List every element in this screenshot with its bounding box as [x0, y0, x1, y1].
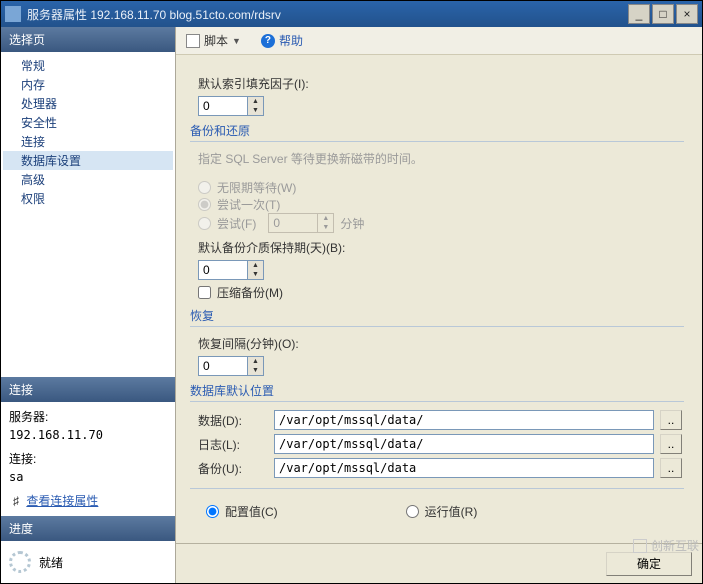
radio-wait-indefinitely: 无限期等待(W): [198, 179, 684, 196]
left-pane: 选择页 常规 内存 处理器 安全性 连接 数据库设置 高级 权限 连接 服务器:…: [1, 27, 176, 583]
data-path-label: 数据(D):: [198, 412, 268, 429]
spin-up[interactable]: ▲: [248, 97, 263, 106]
properties-icon: ♯: [9, 492, 23, 510]
window-title: 服务器属性 192.168.11.70 blog.51cto.com/rdsrv: [27, 6, 626, 23]
recovery-interval-label: 恢复间隔(分钟)(O):: [198, 335, 299, 352]
connection-header: 连接: [1, 377, 175, 402]
spin-up[interactable]: ▲: [248, 261, 263, 270]
progress-header: 进度: [1, 516, 175, 541]
server-value: 192.168.11.70: [9, 426, 167, 444]
log-path-label: 日志(L):: [198, 436, 268, 453]
recovery-interval-spinner[interactable]: ▲▼: [198, 356, 264, 376]
right-pane: 脚本 ▼ ? 帮助 默认索引填充因子(I): ▲▼ 备份和还原: [176, 27, 702, 583]
page-security[interactable]: 安全性: [3, 113, 173, 132]
page-list: 常规 内存 处理器 安全性 连接 数据库设置 高级 权限: [1, 52, 175, 377]
maximize-button[interactable]: □: [652, 4, 674, 24]
window-body: 选择页 常规 内存 处理器 安全性 连接 数据库设置 高级 权限 连接 服务器:…: [1, 27, 702, 583]
toolbar: 脚本 ▼ ? 帮助: [176, 27, 702, 55]
script-icon: [186, 34, 200, 48]
media-retention-spinner[interactable]: ▲▼: [198, 260, 264, 280]
compress-backup-check[interactable]: 压缩备份(M): [198, 284, 684, 301]
page-general[interactable]: 常规: [3, 56, 173, 75]
recovery-title: 恢复: [190, 307, 684, 324]
data-path-browse[interactable]: ..: [660, 410, 682, 430]
recovery-interval-input[interactable]: [198, 356, 248, 376]
radio-try-once: 尝试一次(T): [198, 196, 684, 213]
page-advanced[interactable]: 高级: [3, 170, 173, 189]
media-retention-input[interactable]: [198, 260, 248, 280]
page-processors[interactable]: 处理器: [3, 94, 173, 113]
backup-path-input[interactable]: [274, 458, 654, 478]
select-page-header: 选择页: [1, 27, 175, 52]
data-path-input[interactable]: [274, 410, 654, 430]
chevron-down-icon: ▼: [232, 36, 241, 46]
server-properties-window: 服务器属性 192.168.11.70 blog.51cto.com/rdsrv…: [0, 0, 703, 584]
progress-status: 就绪: [39, 554, 63, 571]
help-button[interactable]: ? 帮助: [257, 30, 307, 51]
page-memory[interactable]: 内存: [3, 75, 173, 94]
spin-up[interactable]: ▲: [248, 357, 263, 366]
fill-factor-input[interactable]: [198, 96, 248, 116]
try-minutes-input: [268, 213, 318, 233]
log-path-browse[interactable]: ..: [660, 434, 682, 454]
page-connections[interactable]: 连接: [3, 132, 173, 151]
radio-try: 尝试(F) ▲▼ 分钟: [198, 213, 684, 233]
backup-path-browse[interactable]: ..: [660, 458, 682, 478]
backup-path-label: 备份(U):: [198, 460, 268, 477]
close-button[interactable]: ×: [676, 4, 698, 24]
view-connection-properties[interactable]: ♯ 查看连接属性: [9, 492, 167, 510]
app-icon: [5, 6, 21, 22]
content-area: 默认索引填充因子(I): ▲▼ 备份和还原 指定 SQL Server 等待更换…: [176, 55, 702, 543]
page-permissions[interactable]: 权限: [3, 189, 173, 208]
script-button[interactable]: 脚本 ▼: [182, 30, 245, 51]
titlebar: 服务器属性 192.168.11.70 blog.51cto.com/rdsrv…: [1, 1, 702, 27]
progress-panel: 就绪: [1, 541, 175, 583]
connection-value: sa: [9, 468, 167, 486]
fill-factor-spinner[interactable]: ▲▼: [198, 96, 264, 116]
spinner-icon: [9, 551, 31, 573]
connection-label: 连接:: [9, 450, 167, 468]
db-default-location-title: 数据库默认位置: [190, 382, 684, 399]
backup-hint: 指定 SQL Server 等待更换新磁带的时间。: [198, 150, 684, 167]
spin-down[interactable]: ▼: [248, 106, 263, 115]
log-path-input[interactable]: [274, 434, 654, 454]
minimize-button[interactable]: _: [628, 4, 650, 24]
radio-configured[interactable]: 配置值(C): [206, 503, 278, 520]
footer: 确定: [176, 543, 702, 583]
server-label: 服务器:: [9, 408, 167, 426]
media-retention-label: 默认备份介质保持期(天)(B):: [198, 239, 345, 256]
radio-running[interactable]: 运行值(R): [406, 503, 478, 520]
help-icon: ?: [261, 34, 275, 48]
connection-panel: 服务器: 192.168.11.70 连接: sa ♯ 查看连接属性: [1, 402, 175, 516]
backup-restore-title: 备份和还原: [190, 122, 684, 139]
spin-down[interactable]: ▼: [248, 270, 263, 279]
fill-factor-label: 默认索引填充因子(I):: [198, 75, 309, 92]
ok-button[interactable]: 确定: [606, 552, 692, 576]
page-database-settings[interactable]: 数据库设置: [3, 151, 173, 170]
spin-down[interactable]: ▼: [248, 366, 263, 375]
